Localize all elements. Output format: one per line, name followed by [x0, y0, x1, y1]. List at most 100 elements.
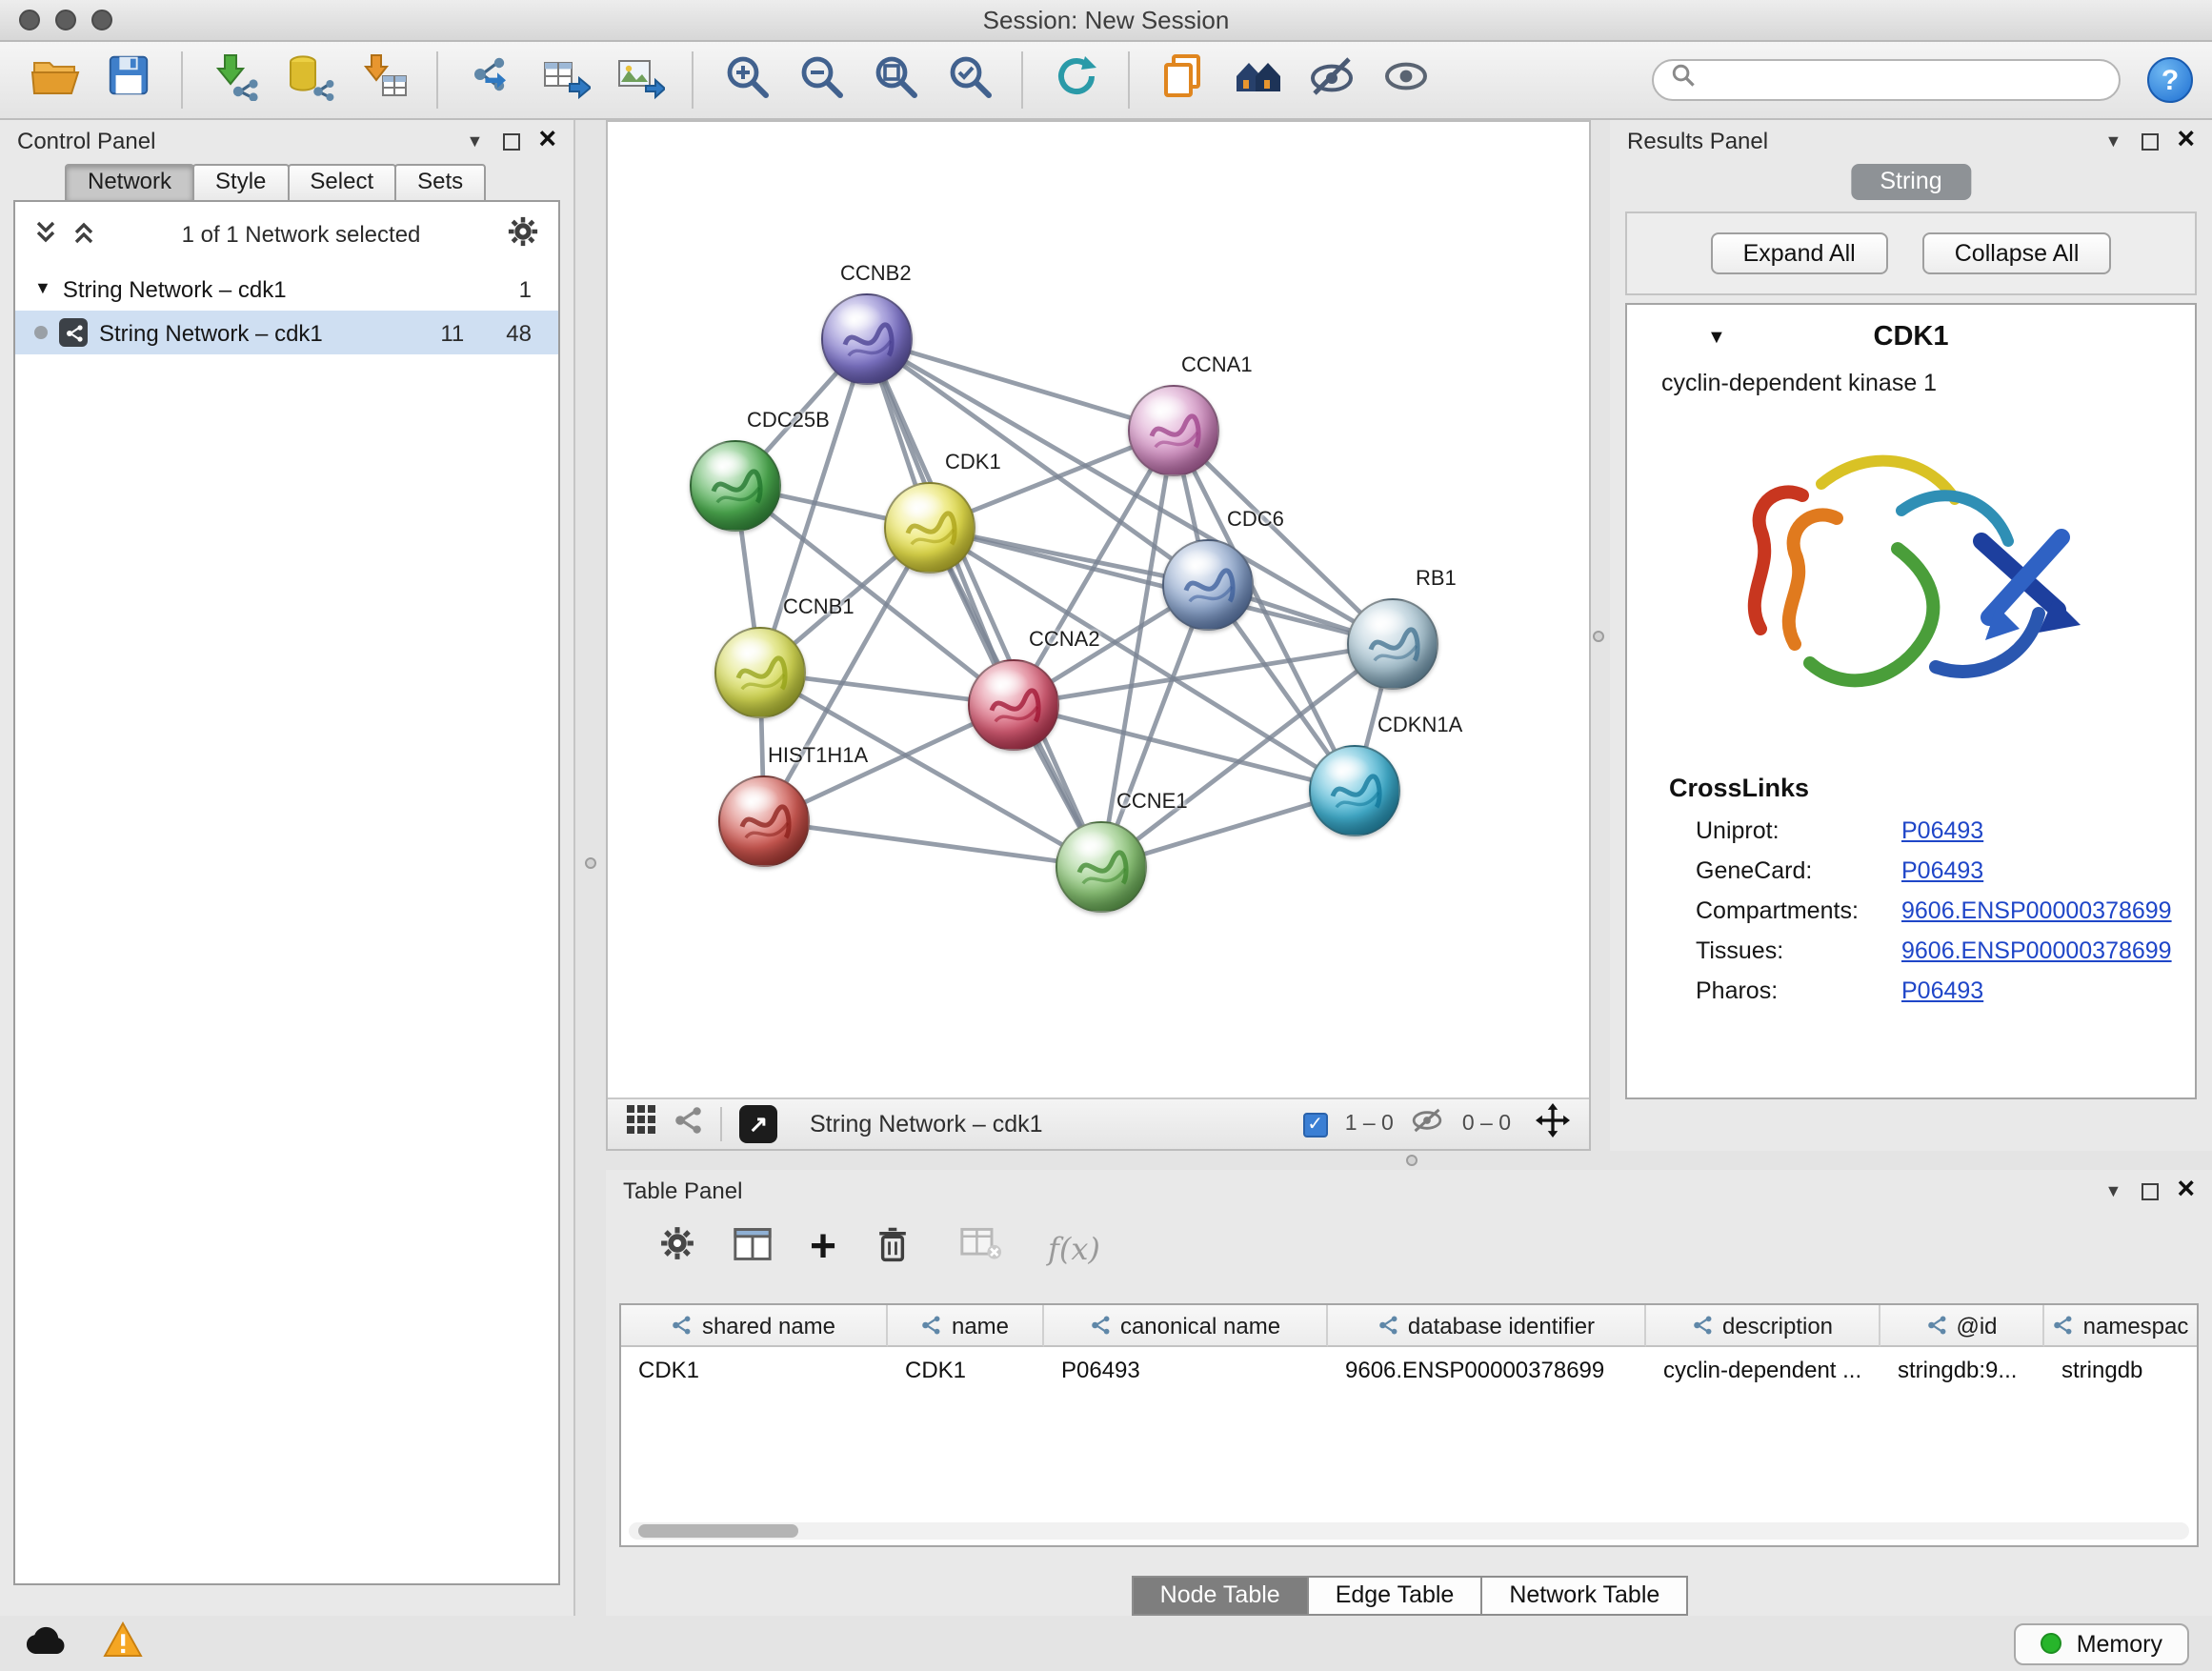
network-node-RB1[interactable] — [1347, 598, 1438, 690]
export-image-button[interactable] — [604, 48, 674, 112]
network-node-CCNE1[interactable] — [1056, 821, 1147, 913]
zoom-fit-button[interactable] — [859, 48, 930, 112]
open-external-icon[interactable]: ↗ — [739, 1105, 777, 1143]
column-header[interactable]: namespac — [2044, 1305, 2197, 1347]
tab-network-table[interactable]: Network Table — [1480, 1576, 1688, 1616]
hidden-eye-icon[interactable] — [1411, 1106, 1445, 1142]
network-row-label: String Network – cdk1 — [99, 319, 323, 346]
expand-all-button[interactable]: Expand All — [1711, 232, 1888, 274]
network-node-CDC6[interactable] — [1162, 539, 1254, 631]
control-panel-collapse-icon[interactable]: ▼ — [466, 132, 483, 150]
collapse-all-button[interactable]: Collapse All — [1922, 232, 2112, 274]
tree-expand-icon[interactable]: ▼ — [34, 280, 51, 297]
node-table-header-row: shared name name canonical name database… — [621, 1305, 2197, 1347]
help-button[interactable]: ? — [2147, 57, 2193, 103]
search-input[interactable] — [1705, 67, 2101, 93]
splitter-handle-right[interactable] — [1593, 631, 1604, 642]
crosslink-compartments-link[interactable]: 9606.ENSP00000378699 — [1901, 896, 2172, 923]
network-node-CCNA1[interactable] — [1128, 385, 1219, 476]
houses-button[interactable] — [1221, 48, 1292, 112]
crosslink-tissues-link[interactable]: 9606.ENSP00000378699 — [1901, 936, 2172, 963]
tab-style[interactable]: Style — [192, 164, 289, 200]
memory-label: Memory — [2077, 1630, 2162, 1657]
column-header[interactable]: @id — [1880, 1305, 2044, 1347]
network-node-label-CDKN1A: CDKN1A — [1377, 715, 1462, 737]
results-panel-collapse-icon[interactable]: ▼ — [2104, 132, 2122, 150]
network-collection-row[interactable]: ▼ String Network – cdk1 1 — [15, 267, 558, 311]
column-header[interactable]: name — [888, 1305, 1044, 1347]
splitter-handle-left[interactable] — [585, 857, 596, 869]
warning-icon[interactable] — [103, 1621, 143, 1666]
control-panel-float-icon[interactable] — [502, 132, 519, 150]
results-panel-close-icon[interactable]: × — [2177, 126, 2195, 156]
horizontal-scrollbar[interactable] — [629, 1522, 2189, 1540]
crosslink-pharos-link[interactable]: P06493 — [1901, 976, 1983, 1003]
network-node-HIST1H1A[interactable] — [718, 775, 810, 867]
delete-column-icon[interactable] — [875, 1224, 911, 1272]
refresh-button[interactable] — [1040, 48, 1111, 112]
show-eye-button[interactable] — [1370, 48, 1440, 112]
import-network-database-button[interactable] — [274, 48, 345, 112]
network-node-CCNB2[interactable] — [821, 293, 913, 385]
toolbar-search[interactable] — [1652, 59, 2121, 101]
export-network-button[interactable] — [455, 48, 526, 112]
gear-icon[interactable] — [507, 215, 539, 253]
collapse-all-icon[interactable] — [34, 218, 57, 251]
network-node-CCNB1[interactable] — [714, 627, 806, 718]
network-node-CDK1[interactable] — [884, 482, 975, 574]
selected-counts: 1 – 0 — [1345, 1113, 1394, 1136]
crosslink-genecard-link[interactable]: P06493 — [1901, 856, 1983, 883]
control-panel-close-icon[interactable]: × — [538, 126, 556, 156]
import-network-file-button[interactable] — [200, 48, 271, 112]
protein-card-collapse-icon[interactable]: ▼ — [1707, 328, 1726, 349]
column-header[interactable]: canonical name — [1044, 1305, 1328, 1347]
tab-edge-table[interactable]: Edge Table — [1307, 1576, 1483, 1616]
scrollbar-thumb[interactable] — [638, 1524, 798, 1538]
results-tab-string[interactable]: String — [1851, 164, 1970, 200]
column-header[interactable]: database identifier — [1328, 1305, 1646, 1347]
cloud-icon[interactable] — [23, 1622, 69, 1664]
save-session-button[interactable] — [93, 48, 164, 112]
zoom-out-button[interactable] — [785, 48, 855, 112]
column-header[interactable]: shared name — [621, 1305, 888, 1347]
hide-eye-button[interactable] — [1296, 48, 1366, 112]
expand-all-icon[interactable] — [72, 218, 95, 251]
network-node-CCNA2[interactable] — [968, 659, 1059, 751]
memory-button[interactable]: Memory — [2014, 1622, 2189, 1664]
node-table: shared name name canonical name database… — [619, 1303, 2199, 1547]
import-network-file-icon — [211, 50, 260, 110]
share-network-icon[interactable] — [673, 1104, 703, 1144]
tab-sets[interactable]: Sets — [394, 164, 486, 200]
selected-checkbox-icon[interactable]: ✓ — [1303, 1112, 1328, 1137]
table-tabs: Node Table Edge Table Network Table — [606, 1576, 2212, 1616]
birdseye-grid-icon[interactable] — [627, 1105, 655, 1143]
network-canvas[interactable]: CCNB2CCNA1CDC25BCDK1CDC6RB1CCNB1CCNA2CDK… — [608, 122, 1589, 1097]
copy-document-button[interactable] — [1147, 48, 1217, 112]
network-row-selected[interactable]: String Network – cdk1 11 48 — [15, 311, 558, 354]
table-panel-close-icon[interactable]: × — [2177, 1176, 2195, 1206]
results-panel-float-icon[interactable] — [2141, 132, 2158, 150]
zoom-in-button[interactable] — [711, 48, 781, 112]
table-panel-collapse-icon[interactable]: ▼ — [2104, 1182, 2122, 1199]
splitter-handle-bottom[interactable] — [1406, 1155, 1418, 1166]
tab-node-table[interactable]: Node Table — [1132, 1576, 1309, 1616]
network-node-label-CDC25B: CDC25B — [747, 410, 830, 433]
function-builder-label[interactable]: f(x) — [1048, 1230, 1100, 1266]
table-gear-icon[interactable] — [659, 1225, 695, 1271]
table-row[interactable]: CDK1 CDK1 P06493 9606.ENSP00000378699 cy… — [621, 1347, 2197, 1393]
tab-select[interactable]: Select — [287, 164, 396, 200]
column-header[interactable]: description — [1646, 1305, 1880, 1347]
network-node-CDKN1A[interactable] — [1309, 745, 1400, 836]
open-session-button[interactable] — [19, 48, 90, 112]
crosslink-uniprot-link[interactable]: P06493 — [1901, 816, 1983, 843]
table-panel-float-icon[interactable] — [2141, 1182, 2158, 1199]
status-bar: Memory — [0, 1616, 2212, 1671]
network-node-CDC25B[interactable] — [690, 440, 781, 532]
select-columns-icon[interactable] — [734, 1226, 772, 1270]
import-table-button[interactable] — [349, 48, 419, 112]
zoom-selected-button[interactable] — [934, 48, 1004, 112]
add-column-icon[interactable]: + — [810, 1225, 836, 1271]
tab-network[interactable]: Network — [65, 164, 194, 200]
move-crosshair-icon[interactable] — [1536, 1102, 1570, 1146]
export-table-button[interactable] — [530, 48, 600, 112]
